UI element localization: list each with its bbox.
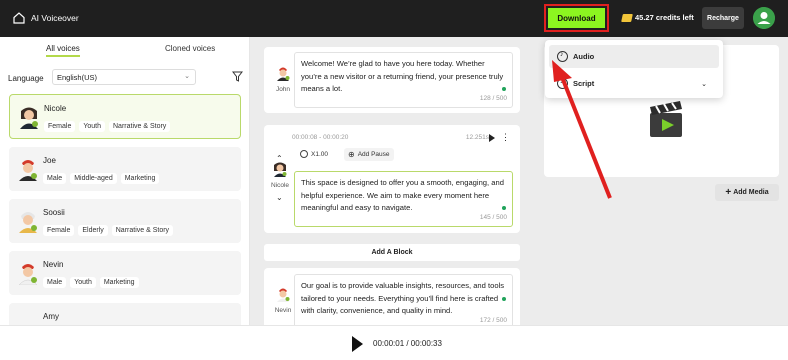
add-media-button[interactable]: + Add Media [715,184,779,201]
voice-tags: Male Youth Marketing [43,277,139,288]
chevron-down-icon: ⌄ [701,80,707,88]
language-select[interactable]: English(US) ⌄ [52,69,196,85]
add-block-button[interactable]: Add A Block [264,244,520,261]
voice-tag: Narrative & Story [111,225,174,236]
voice-tag: Female [44,121,76,132]
download-menu: Audio Script ⌄ [545,40,723,98]
script-block-active[interactable]: 00:00:08 - 00:00:20 12.251s ⋮ X1.00 ⊕ Ad… [264,125,520,233]
script-block[interactable]: John Welcome! We’re glad to have you her… [264,47,520,113]
voice-card-soosii[interactable]: Soosii Female Elderly Narrative & Story [9,199,241,243]
player-time: 00:00:01 / 00:00:33 [373,339,442,348]
download-button[interactable]: Download [544,4,609,32]
block-duration: 12.251s [465,134,489,141]
voice-card-joe[interactable]: Joe Male Middle-aged Marketing [9,147,241,191]
char-counter: 145 / 500 [479,213,507,221]
recharge-button[interactable]: Recharge [702,7,744,29]
speed-icon [300,150,308,158]
voice-avatar [19,160,37,181]
app-title: AI Voiceover [31,13,79,23]
more-icon[interactable]: ⋮ [501,133,510,142]
speed-button[interactable]: X1.00 [300,150,328,158]
voice-name: Joe [43,156,56,165]
char-counter: 128 / 500 [479,94,507,102]
voice-avatar [18,264,38,285]
speaker-avatar [277,67,290,81]
player-bar: 00:00:01 / 00:00:33 [0,325,788,360]
voice-name: Soosii [43,208,65,217]
voice-tag: Male [43,173,67,184]
plus-circle-icon: ⊕ [348,150,355,159]
voice-tabs: All voices Cloned voices [0,40,250,58]
voice-tag: Narrative & Story [109,121,171,132]
voice-tags: Male Middle-aged Marketing [43,173,160,184]
credits-icon [621,13,633,22]
voice-tag: Youth [79,121,105,132]
add-pause-button[interactable]: ⊕ Add Pause [344,148,394,161]
script-text-input[interactable]: Welcome! We’re glad to have you here tod… [294,52,513,108]
voice-tag: Male [43,277,67,288]
voice-name: Amy [43,312,59,321]
voice-tag: Middle-aged [70,173,117,184]
home-icon[interactable] [13,12,25,24]
voice-tag: Marketing [99,277,139,288]
voice-tag: Female [43,225,75,236]
voice-avatar [19,212,37,233]
voice-panel: All voices Cloned voices Language Englis… [0,37,250,360]
menu-item-audio[interactable]: Audio [549,45,719,68]
language-label: Language [8,74,44,83]
user-avatar[interactable] [753,7,775,29]
tab-all-voices[interactable]: All voices [46,44,80,57]
block-timecode: 00:00:08 - 00:00:20 [292,134,349,141]
voice-name: Nevin [43,260,64,269]
script-text-input[interactable]: This space is designed to offer you a sm… [294,171,513,227]
voice-tags: Female Youth Narrative & Story [44,121,171,132]
plus-icon: + [725,187,732,198]
speaker-avatar [274,162,287,177]
top-bar: AI Voiceover Download 45.27 credits left… [0,0,788,37]
move-down-icon[interactable]: ⌄ [276,193,283,202]
status-dot [502,297,506,301]
play-block-icon[interactable] [489,134,495,142]
voice-name: Nicole [44,104,67,113]
script-icon [557,78,568,89]
speaker-avatar [277,288,290,302]
voice-tag: Youth [70,277,96,288]
filter-icon[interactable] [232,71,243,82]
voice-avatar [20,107,38,129]
voice-tags: Female Elderly Narrative & Story [43,225,174,236]
voice-tag: Elderly [78,225,108,236]
music-note-icon [557,51,568,62]
tab-cloned-voices[interactable]: Cloned voices [165,44,215,53]
play-icon[interactable] [352,336,363,352]
script-editor: John Welcome! We’re glad to have you her… [250,37,534,334]
menu-item-script[interactable]: Script ⌄ [549,72,719,95]
video-clapper-icon [650,101,682,137]
speaker-nicole[interactable]: Nicole [265,161,295,189]
status-dot [502,206,506,210]
chevron-down-icon: ⌄ [184,73,190,80]
voice-card-nevin[interactable]: Nevin Male Youth Marketing [9,251,241,295]
voice-tag: Marketing [120,173,160,184]
credits-indicator: 45.27 credits left [621,13,694,22]
status-dot [502,87,506,91]
voice-card-nicole[interactable]: Nicole Female Youth Narrative & Story [9,94,241,139]
script-text-input[interactable]: Our goal is to provide valuable insights… [294,274,513,330]
